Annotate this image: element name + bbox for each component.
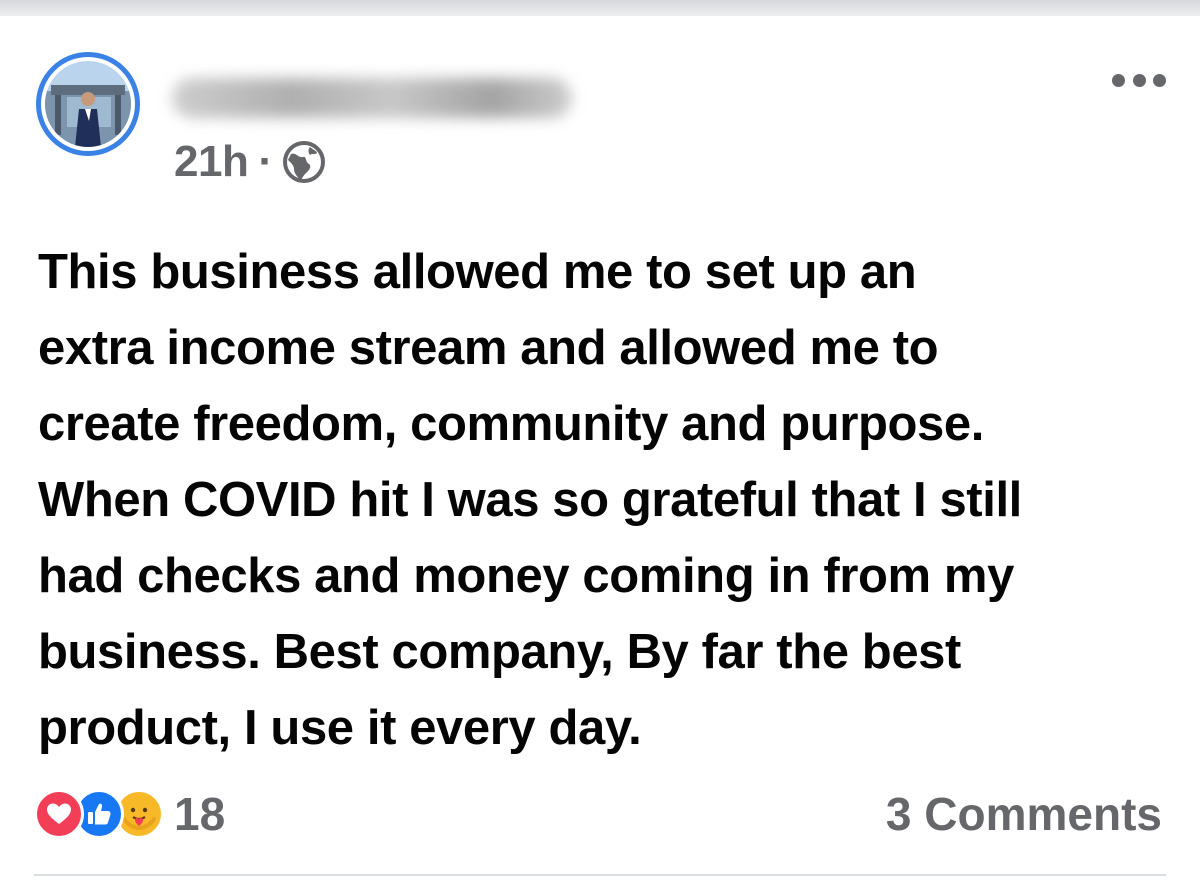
globe-icon[interactable]	[282, 140, 326, 184]
post-body-text: This business allowed me to set up an ex…	[38, 245, 1022, 755]
love-icon	[34, 789, 84, 839]
avatar[interactable]	[36, 52, 140, 156]
post-timestamp[interactable]: 21h	[174, 137, 249, 187]
avatar-photo	[45, 61, 131, 147]
more-dot	[1112, 73, 1125, 87]
comments-count-link[interactable]: 3 Comments	[886, 786, 1162, 842]
divider	[34, 874, 1166, 876]
more-options-icon[interactable]	[1112, 68, 1166, 92]
reaction-count: 18	[174, 788, 226, 840]
more-dot	[1153, 73, 1166, 87]
author-name-blurred[interactable]	[172, 78, 572, 118]
meta-separator: ·	[258, 137, 273, 186]
facebook-post: 21h · This business allowed me to set up…	[0, 16, 1200, 886]
more-dot	[1132, 73, 1146, 87]
reactions-summary[interactable]: 18	[34, 786, 225, 842]
top-strip	[0, 0, 1200, 16]
post-meta: 21h ·	[174, 137, 326, 187]
